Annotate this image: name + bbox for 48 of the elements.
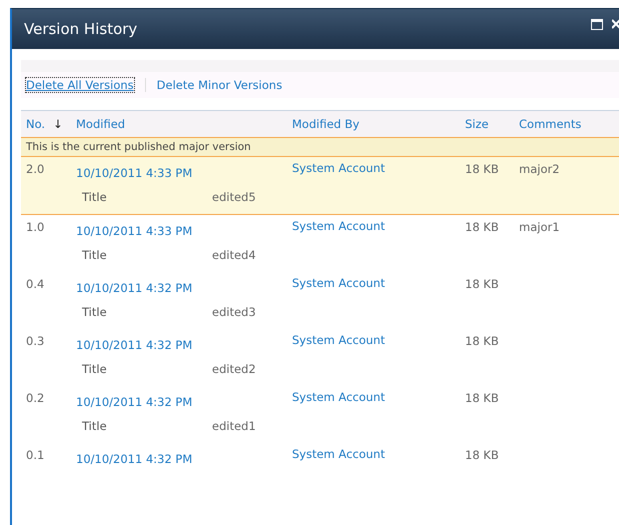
user-link[interactable]: System Account: [292, 390, 385, 404]
column-header[interactable]: Comments: [519, 117, 582, 131]
maximize-icon[interactable]: [591, 19, 603, 30]
field-name: Title: [82, 189, 107, 206]
close-icon[interactable]: [612, 19, 619, 29]
size-cell: 18 KB: [465, 448, 499, 462]
user-link[interactable]: System Account: [292, 219, 385, 233]
column-header[interactable]: Size: [465, 117, 489, 131]
version-number: 0.3: [26, 334, 44, 348]
current-version-banner: This is the current published major version: [21, 137, 619, 157]
size-cell: 18 KB: [465, 391, 499, 405]
size-cell: 18 KB: [465, 162, 499, 176]
user-link[interactable]: System Account: [292, 276, 385, 290]
version-number: 0.1: [26, 448, 44, 462]
modified-link[interactable]: 10/10/2011 4:32 PM: [76, 395, 192, 409]
user-link[interactable]: System Account: [292, 333, 385, 347]
user-link[interactable]: System Account: [292, 447, 385, 461]
field-name: Title: [82, 418, 107, 435]
modified-link[interactable]: 10/10/2011 4:33 PM: [76, 224, 192, 238]
size-cell: 18 KB: [465, 334, 499, 348]
modified-link[interactable]: 10/10/2011 4:32 PM: [76, 281, 192, 295]
field-name: Title: [82, 361, 107, 378]
size-cell: 18 KB: [465, 220, 499, 234]
field-value: edited3: [212, 304, 256, 321]
field-value: edited5: [212, 189, 256, 206]
version-number: 0.4: [26, 277, 44, 291]
field-name: Title: [82, 304, 107, 321]
field-value: edited2: [212, 361, 256, 378]
action-link[interactable]: Delete All Versions: [26, 78, 134, 92]
modified-link[interactable]: 10/10/2011 4:33 PM: [76, 166, 192, 180]
modified-link[interactable]: 10/10/2011 4:32 PM: [76, 452, 192, 466]
version-number: 0.2: [26, 391, 44, 405]
field-value: edited4: [212, 247, 256, 264]
column-header[interactable]: Modified: [76, 117, 126, 131]
field-value: edited1: [212, 418, 256, 435]
user-link[interactable]: System Account: [292, 161, 385, 175]
comment-cell: major1: [519, 220, 560, 234]
column-header[interactable]: Modified By: [292, 117, 360, 131]
modified-link[interactable]: 10/10/2011 4:32 PM: [76, 338, 192, 352]
sort-arrow[interactable]: ↓: [53, 117, 63, 131]
comment-cell: major2: [519, 162, 560, 176]
version-number: 1.0: [26, 220, 44, 234]
field-name: Title: [82, 247, 107, 264]
size-cell: 18 KB: [465, 277, 499, 291]
action-link[interactable]: Delete Minor Versions: [156, 78, 282, 92]
version-number: 2.0: [26, 162, 44, 176]
window-title: Version History: [24, 20, 138, 38]
column-header[interactable]: No.: [26, 117, 46, 131]
